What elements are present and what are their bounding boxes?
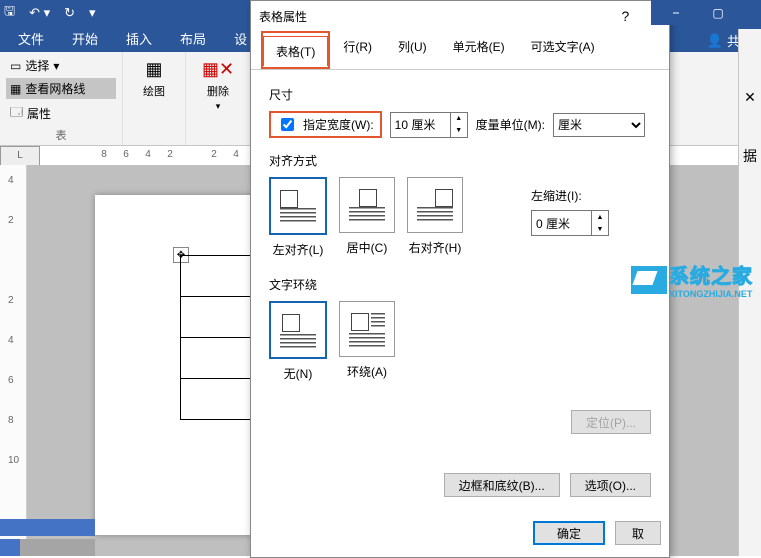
close-icon[interactable]: ✕ (744, 89, 756, 106)
tab-table[interactable]: 表格(T) (263, 36, 328, 66)
view-gridlines-button[interactable]: ▦ 查看网格线 (6, 78, 116, 99)
redo-icon[interactable]: ↻ (64, 5, 75, 21)
chevron-down-icon[interactable]: ▼ (592, 223, 608, 235)
wrap-around-option[interactable]: 环绕(A) (339, 301, 395, 382)
properties-button[interactable]: 🗔 属性 (6, 101, 116, 126)
indent-label: 左缩进(I): (531, 187, 609, 204)
tab-selector[interactable]: L (0, 146, 40, 166)
unit-label: 度量单位(M): (476, 116, 545, 133)
tab-alt-text[interactable]: 可选文字(A) (518, 31, 608, 69)
specify-width-label: 指定宽度(W): (303, 116, 374, 133)
tab-home[interactable]: 开始 (62, 29, 108, 48)
save-icon[interactable]: 🖫 (4, 2, 15, 24)
unit-select[interactable]: 厘米 (553, 113, 645, 137)
select-button[interactable]: ▭ 选择 ▾ (6, 55, 116, 76)
text-wrap-label: 文字环绕 (269, 276, 651, 293)
borders-shading-button[interactable]: 边框和底纹(B)... (444, 473, 560, 497)
vertical-ruler: 4 2 2 4 6 8 10 (0, 165, 27, 556)
alignment-label: 对齐方式 (269, 152, 651, 169)
chevron-up-icon[interactable]: ▲ (451, 113, 467, 125)
customize-qat-icon[interactable]: ▾ (89, 5, 96, 21)
draw-icon: ▦ (140, 57, 168, 81)
align-right-option[interactable]: 右对齐(H) (407, 177, 463, 258)
chevron-down-icon[interactable]: ▼ (451, 125, 467, 137)
align-center-option[interactable]: 居中(C) (339, 177, 395, 258)
maximize-icon[interactable]: ▢ (703, 0, 733, 25)
width-spinner[interactable]: 10 厘米 ▲▼ (390, 112, 468, 138)
draw-table-button[interactable]: ▦ 绘图 (129, 55, 179, 101)
options-button[interactable]: 选项(O)... (570, 473, 651, 497)
tab-layout[interactable]: 布局 (170, 29, 216, 48)
tab-row[interactable]: 行(R) (330, 31, 385, 69)
table-properties-dialog: 表格属性 ? ✕ 表格(T) 行(R) 列(U) 单元格(E) 可选文字(A) … (250, 0, 670, 558)
minimize-icon[interactable]: ⎯ (651, 0, 701, 25)
delete-icon: ▦✕ (204, 57, 232, 81)
ok-button[interactable]: 确定 (533, 521, 605, 545)
tab-file[interactable]: 文件 (8, 29, 54, 48)
color-bar (0, 519, 95, 536)
undo-icon[interactable]: ↶ ▾ (29, 5, 50, 21)
align-left-option[interactable]: 左对齐(L) (269, 177, 327, 258)
tab-cell[interactable]: 单元格(E) (440, 31, 518, 69)
horizontal-ruler: 864224 (98, 149, 242, 160)
user-icon: 👤 (707, 33, 723, 49)
help-icon[interactable]: ? (621, 8, 629, 25)
delete-button[interactable]: ▦✕ 删除▾ (192, 55, 244, 114)
document-table[interactable] (180, 255, 257, 420)
dialog-title: 表格属性 (259, 8, 307, 25)
color-bar-2 (0, 539, 95, 556)
tab-insert[interactable]: 插入 (116, 29, 162, 48)
watermark-logo-icon (631, 266, 667, 294)
indent-spinner[interactable]: 0 厘米 ▲▼ (531, 210, 609, 236)
cancel-button[interactable]: 取 (615, 521, 661, 545)
specify-width-checkbox[interactable] (281, 118, 294, 131)
wrap-none-option[interactable]: 无(N) (269, 301, 327, 382)
chevron-up-icon[interactable]: ▲ (592, 211, 608, 223)
positioning-button: 定位(P)... (571, 410, 651, 434)
size-label: 尺寸 (269, 86, 651, 103)
group-label-table: 表 (6, 127, 116, 143)
watermark: 系统之家 XITONGZHIJIA.NET (631, 260, 753, 299)
tab-column[interactable]: 列(U) (385, 31, 440, 69)
